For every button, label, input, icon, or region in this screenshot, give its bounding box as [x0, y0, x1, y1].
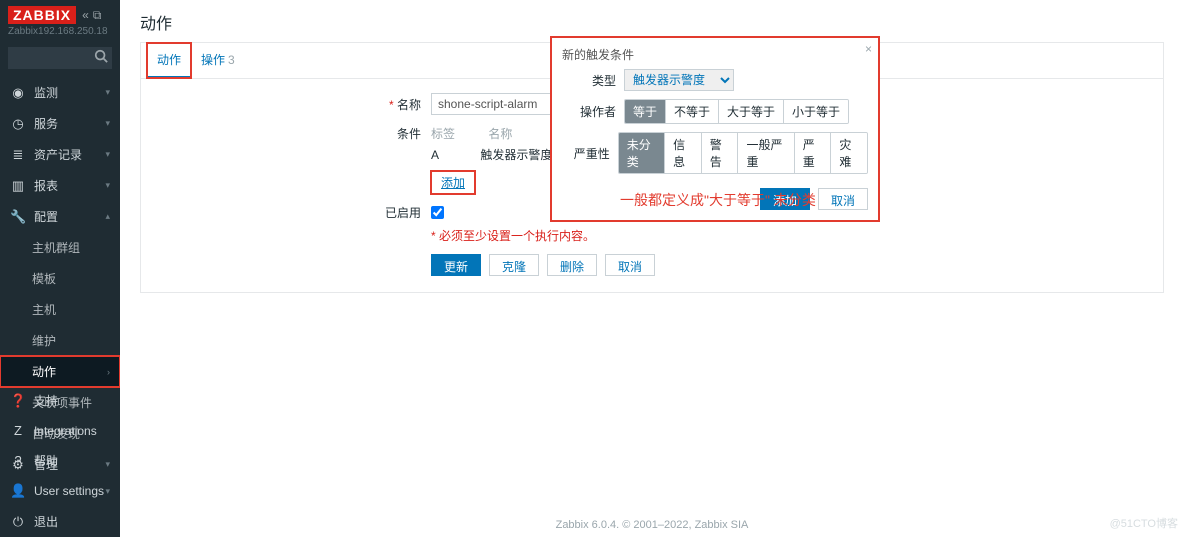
tab-operations-count: 3 [228, 53, 235, 67]
chevron-down-icon: ▾ [105, 486, 110, 497]
search-box [8, 47, 112, 69]
nav-logout-label: 退出 [34, 513, 58, 530]
sidebar-item-label: 主机 [32, 301, 56, 318]
cancel-button[interactable]: 取消 [605, 254, 655, 276]
sidebar-item-label: 模板 [32, 270, 56, 287]
sidebar-item-actions[interactable]: 动作 › [0, 356, 120, 387]
sidebar-item-maintenance[interactable]: 维护 [0, 325, 120, 356]
chevron-down-icon: ▾ [105, 118, 110, 129]
nav-reports[interactable]: ▥ 报表 ▾ [0, 170, 120, 201]
nav-monitoring-label: 监测 [34, 84, 58, 101]
operator-segment: 等于 不等于 大于等于 小于等于 [624, 99, 849, 124]
type-select[interactable]: 触发器示警度 [624, 69, 734, 91]
search-icon[interactable] [94, 49, 108, 63]
warning-text: 必须至少设置一个执行内容。 [431, 227, 1163, 244]
list-icon: ≣ [10, 147, 26, 163]
op-gte[interactable]: 大于等于 [719, 100, 784, 123]
tab-operations[interactable]: 操作3 [191, 43, 245, 78]
logo-block: ZABBIX « ⧉ Zabbix192.168.250.18 [0, 0, 120, 41]
user-icon: 👤 [10, 483, 26, 499]
modal-cancel-button[interactable]: 取消 [818, 188, 868, 210]
operator-label: 操作者 [562, 103, 624, 120]
nav-user-settings[interactable]: 👤 User settings▾ [0, 476, 120, 506]
sidebar-item-label: 主机群组 [32, 239, 80, 256]
severity-label: 严重性 [562, 145, 618, 162]
nav-config[interactable]: 🔧 配置 ▴ [0, 201, 120, 232]
enabled-checkbox[interactable] [431, 206, 444, 219]
chart-icon: ▥ [10, 178, 26, 194]
nav-support-label: 支持 [34, 392, 58, 409]
sev-warn[interactable]: 警告 [702, 133, 739, 173]
wrench-icon: 🔧 [10, 209, 26, 225]
op-neq[interactable]: 不等于 [666, 100, 719, 123]
nav-config-label: 配置 [34, 208, 58, 225]
nav-reports-label: 报表 [34, 177, 58, 194]
nav-inventory[interactable]: ≣ 资产记录 ▾ [0, 139, 120, 170]
op-eq[interactable]: 等于 [625, 100, 666, 123]
sev-ncl[interactable]: 未分类 [619, 133, 665, 173]
power-icon: ⏻ [10, 514, 26, 530]
annotation-text: 一般都定义成"大于等于" 未分类 [620, 190, 816, 210]
z-icon: Z [10, 423, 26, 438]
sidebar-item-hosts[interactable]: 主机 [0, 294, 120, 325]
cond-hd-name: 名称 [488, 125, 512, 142]
nav-services-label: 服务 [34, 115, 58, 132]
brand-logo[interactable]: ZABBIX [8, 6, 76, 24]
support-icon: ❓ [10, 393, 26, 409]
nav-monitoring[interactable]: ◉ 监测 ▾ [0, 77, 120, 108]
op-lte[interactable]: 小于等于 [784, 100, 848, 123]
enabled-label: 已启用 [141, 204, 431, 221]
tab-action[interactable]: 动作 [147, 43, 191, 78]
nav-support[interactable]: ❓ 支持 [0, 385, 120, 416]
sidebar-item-templates[interactable]: 模板 [0, 263, 120, 294]
help-icon: ? [10, 453, 26, 468]
nav-help[interactable]: ? 帮助 [0, 445, 120, 476]
close-icon[interactable]: × [865, 42, 872, 56]
severity-segment: 未分类 信息 警告 一般严重 严重 灾难 [618, 132, 868, 174]
sidebar: ZABBIX « ⧉ Zabbix192.168.250.18 ◉ 监测 ▾ ◷ 服务… [0, 0, 120, 537]
sidebar-item-hostgroups[interactable]: 主机群组 [0, 232, 120, 263]
sidebar-item-label: 维护 [32, 332, 56, 349]
type-label: 类型 [562, 72, 624, 89]
chevron-right-icon: › [107, 367, 110, 377]
footer-nav: ❓ 支持 Z Integrations ? 帮助 👤 User settings▾ ⏻ 退… [0, 385, 120, 537]
name-label: 名称 [141, 96, 431, 113]
cond-label: 条件 [141, 125, 431, 142]
clock-icon: ◷ [10, 116, 26, 132]
sev-high[interactable]: 严重 [795, 133, 832, 173]
sev-dis[interactable]: 灾难 [831, 133, 867, 173]
add-condition-link[interactable]: 添加 [431, 171, 475, 194]
modal-title: 新的触发条件 [552, 38, 878, 69]
chevron-down-icon: ▾ [105, 180, 110, 191]
button-row: 更新 克隆 删除 取消 [431, 254, 1163, 276]
cond-hd-tag: 标签 [431, 125, 455, 142]
cond-key: A [431, 148, 477, 162]
nav-help-label: 帮助 [34, 452, 58, 469]
chevron-up-icon: ▴ [105, 211, 110, 222]
chevron-down-icon: ▾ [105, 87, 110, 98]
content: 动作 动作 操作3 名称 条件 标签 名称 A 触发器示警度 [120, 0, 1184, 537]
popout-icon[interactable]: ⧉ [93, 8, 102, 23]
eye-icon: ◉ [10, 85, 26, 101]
page-title: 动作 [140, 10, 1164, 34]
update-button[interactable]: 更新 [431, 254, 481, 276]
nav-services[interactable]: ◷ 服务 ▾ [0, 108, 120, 139]
sev-info[interactable]: 信息 [665, 133, 702, 173]
nav-inventory-label: 资产记录 [34, 146, 82, 163]
sidebar-item-label: 动作 [32, 363, 56, 380]
collapse-icon[interactable]: « [82, 8, 89, 23]
nav-integrations-label: Integrations [34, 424, 97, 438]
chevron-down-icon: ▾ [105, 149, 110, 160]
tab-action-label: 动作 [157, 53, 181, 67]
watermark: @51CTO博客 [1110, 515, 1178, 531]
clone-button[interactable]: 克隆 [489, 254, 539, 276]
nav-user-settings-label: User settings [34, 484, 104, 498]
server-host: Zabbix192.168.250.18 [8, 26, 112, 37]
tab-operations-label: 操作 [201, 53, 225, 67]
page-footer: Zabbix 6.0.4. © 2001–2022, Zabbix SIA [120, 519, 1184, 531]
nav-integrations[interactable]: Z Integrations [0, 416, 120, 445]
nav-logout[interactable]: ⏻ 退出 [0, 506, 120, 537]
sev-avg[interactable]: 一般严重 [738, 133, 794, 173]
delete-button[interactable]: 删除 [547, 254, 597, 276]
